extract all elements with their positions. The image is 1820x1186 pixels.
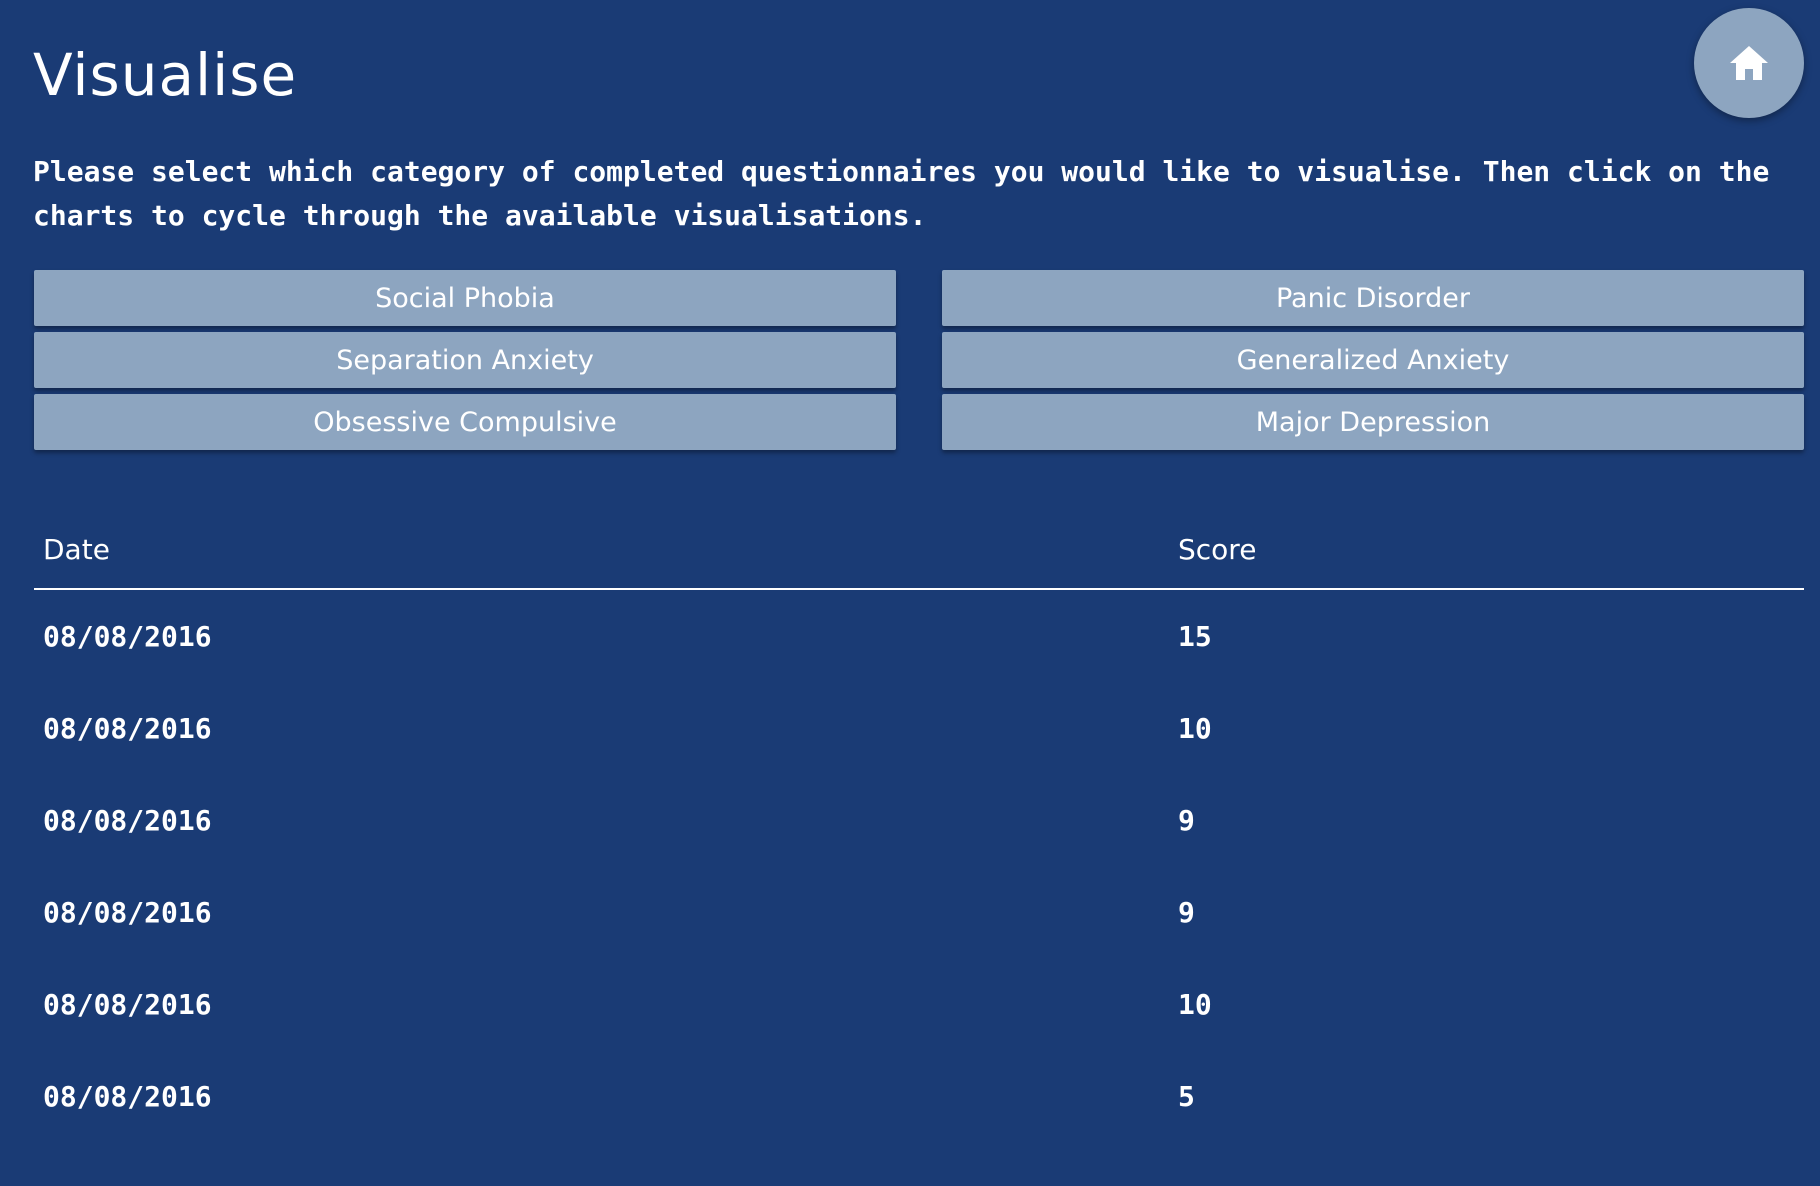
home-button[interactable] bbox=[1694, 8, 1804, 118]
table-header-row: Date Score bbox=[34, 510, 1804, 590]
date-cell: 08/08/2016 bbox=[43, 803, 212, 837]
home-icon bbox=[1728, 44, 1770, 82]
page-title: Visualise bbox=[33, 41, 298, 109]
score-cell: 10 bbox=[1178, 711, 1212, 745]
score-column-header: Score bbox=[1169, 510, 1804, 590]
score-cell: 5 bbox=[1178, 1079, 1195, 1113]
generalized-anxiety-button[interactable]: Generalized Anxiety bbox=[942, 332, 1804, 388]
table-row: 08/08/2016 9 bbox=[34, 866, 1804, 958]
date-cell: 08/08/2016 bbox=[43, 711, 212, 745]
date-cell: 08/08/2016 bbox=[43, 987, 212, 1021]
score-cell: 10 bbox=[1178, 987, 1212, 1021]
table-row: 08/08/2016 10 bbox=[34, 682, 1804, 774]
separation-anxiety-button[interactable]: Separation Anxiety bbox=[34, 332, 896, 388]
table-row: 08/08/2016 15 bbox=[34, 589, 1804, 682]
table-row: 08/08/2016 5 bbox=[34, 1050, 1804, 1142]
score-cell: 9 bbox=[1178, 895, 1195, 929]
category-buttons: Social Phobia Panic Disorder Separation … bbox=[34, 270, 1804, 450]
panic-disorder-button[interactable]: Panic Disorder bbox=[942, 270, 1804, 326]
date-cell: 08/08/2016 bbox=[43, 895, 212, 929]
table-row: 08/08/2016 9 bbox=[34, 774, 1804, 866]
results-table: Date Score 08/08/2016 15 08/08/2016 10 0… bbox=[34, 510, 1804, 1142]
date-cell: 08/08/2016 bbox=[43, 1079, 212, 1113]
score-cell: 15 bbox=[1178, 619, 1212, 653]
social-phobia-button[interactable]: Social Phobia bbox=[34, 270, 896, 326]
table-row: 08/08/2016 10 bbox=[34, 958, 1804, 1050]
intro-text: Please select which category of complete… bbox=[33, 155, 1770, 232]
date-cell: 08/08/2016 bbox=[43, 619, 212, 653]
obsessive-compulsive-button[interactable]: Obsessive Compulsive bbox=[34, 394, 896, 450]
date-column-header: Date bbox=[34, 510, 1169, 590]
major-depression-button[interactable]: Major Depression bbox=[942, 394, 1804, 450]
score-cell: 9 bbox=[1178, 803, 1195, 837]
